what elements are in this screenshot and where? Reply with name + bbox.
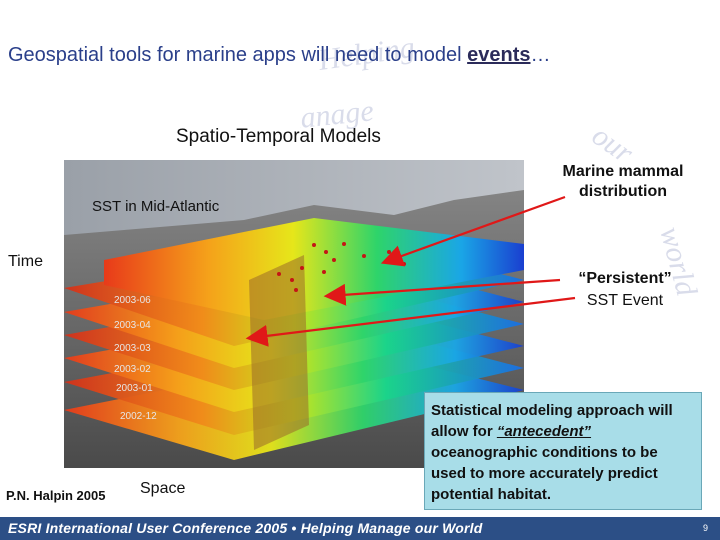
arrow-persistent-top xyxy=(323,278,561,306)
author-credit: P.N. Halpin 2005 xyxy=(6,488,106,503)
footer-text: ESRI International User Conference 2005 … xyxy=(8,520,483,536)
callout-emphasis: “antecedent” xyxy=(496,423,592,440)
statistical-modeling-callout: Statistical modeling approach will allow… xyxy=(424,392,702,510)
page-number: 9 xyxy=(702,523,708,533)
callout-text-after: oceanographic conditions to be used to m… xyxy=(431,444,658,503)
footer-bar: ESRI International User Conference 2005 … xyxy=(0,517,720,540)
arrow-marine-mammal xyxy=(380,195,566,267)
arrow-persistent-bottom xyxy=(245,296,576,347)
